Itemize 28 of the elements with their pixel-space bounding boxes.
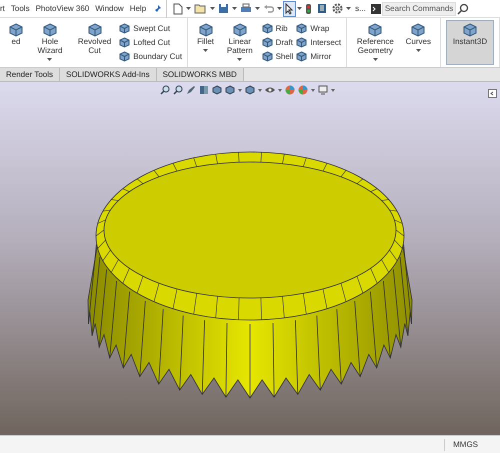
- tab[interactable]: SOLIDWORKS Add-Ins: [60, 68, 157, 81]
- ribbon-button[interactable]: ed: [5, 20, 27, 65]
- search-field[interactable]: Search Commands: [382, 2, 456, 16]
- ribbon-button[interactable]: Draft: [262, 36, 294, 48]
- ribbon-button[interactable]: Rib: [262, 22, 294, 34]
- menu-item[interactable]: rt: [0, 2, 5, 14]
- overflow-menu[interactable]: s...: [355, 2, 366, 14]
- ribbon-button[interactable]: Fillet: [193, 20, 218, 65]
- tab[interactable]: SOLIDWORKS MBD: [156, 68, 244, 81]
- ribbon-button[interactable]: Swept Cut: [119, 22, 182, 34]
- ribbon-button[interactable]: Wrap: [296, 22, 342, 34]
- menu-item[interactable]: Window: [95, 2, 124, 14]
- ribbon-button[interactable]: Curves: [402, 20, 435, 65]
- ribbon-button[interactable]: Instant3D: [446, 20, 494, 65]
- menu-item[interactable]: PhotoView 360: [36, 2, 90, 14]
- ribbon-button[interactable]: Intersect: [296, 36, 342, 48]
- units-label: MMGS: [444, 438, 500, 450]
- ribbon-button[interactable]: Lofted Cut: [119, 36, 182, 48]
- ribbon-button[interactable]: Mirror: [296, 50, 342, 62]
- ribbon-button[interactable]: Linear Pattern: [221, 20, 259, 65]
- tab[interactable]: Render Tools: [0, 68, 60, 81]
- menu-item[interactable]: Help: [130, 2, 146, 14]
- menu-item[interactable]: Tools: [10, 2, 30, 14]
- ribbon-button[interactable]: Reference Geometry: [352, 20, 399, 65]
- ribbon-button[interactable]: Boundary Cut: [119, 50, 182, 62]
- ribbon-button[interactable]: Shell: [262, 50, 294, 62]
- ribbon-button[interactable]: Revolved Cut: [72, 20, 116, 65]
- ribbon-button[interactable]: Hole Wizard: [30, 20, 70, 65]
